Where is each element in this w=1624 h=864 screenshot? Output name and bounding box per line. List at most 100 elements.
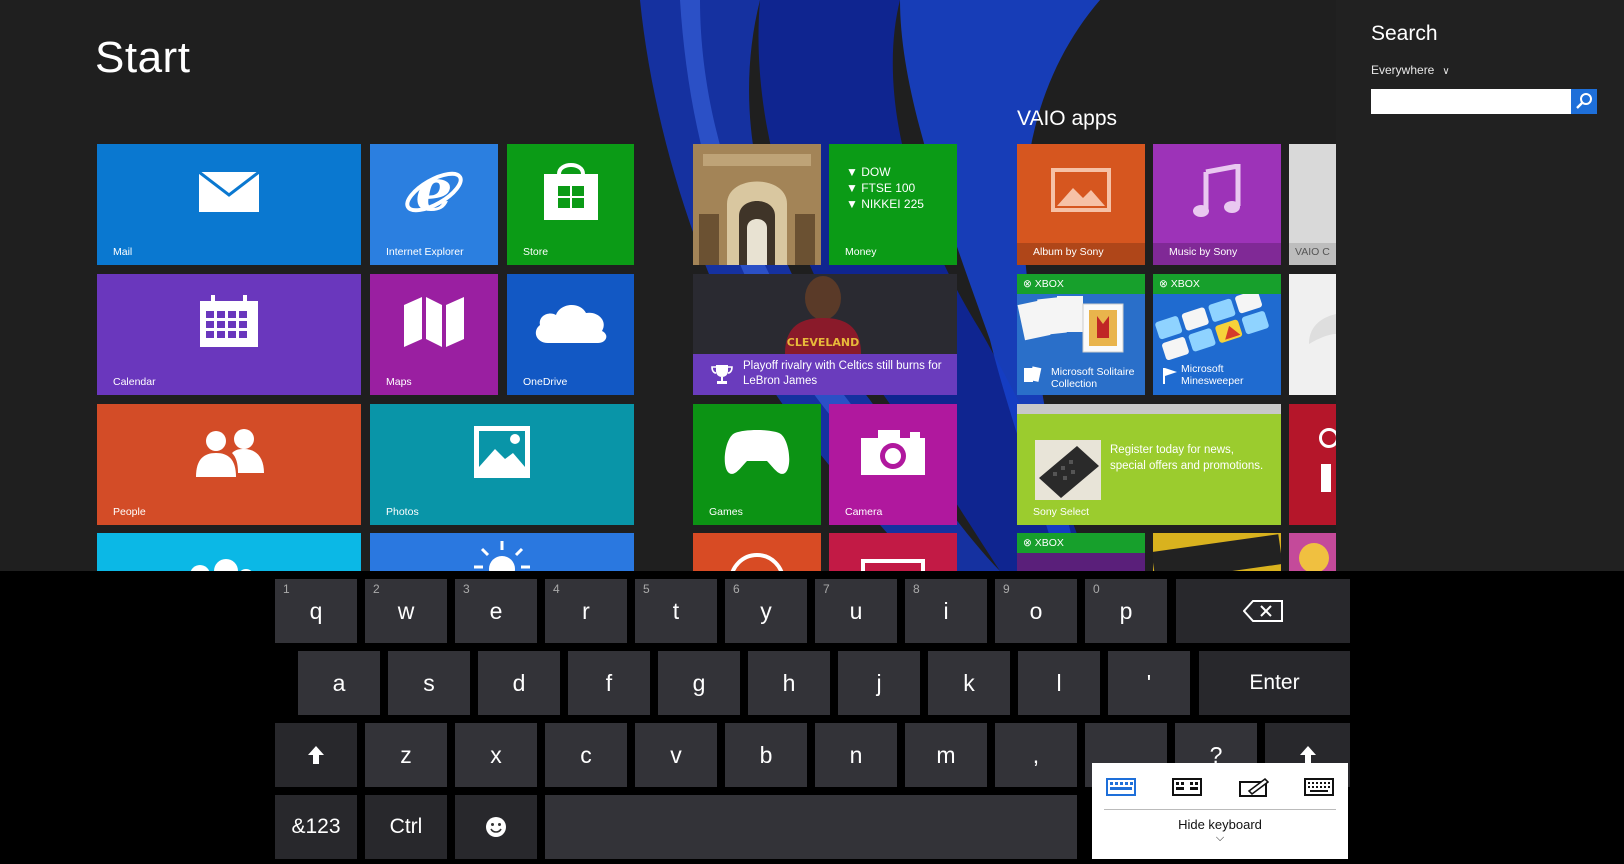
tile-label: Games (709, 506, 743, 518)
tile-album-by-sony[interactable]: Album by Sony (1017, 144, 1145, 265)
tile-internet-explorer[interactable]: e Internet Explorer (370, 144, 498, 265)
xbox-badge: ⊗ XBOX (1017, 533, 1145, 553)
tile-photo-alcazar[interactable] (693, 144, 821, 265)
key-n[interactable]: n (815, 723, 897, 787)
ctrl-key[interactable]: Ctrl (365, 795, 447, 859)
key-c[interactable]: c (545, 723, 627, 787)
enter-key[interactable]: Enter (1199, 651, 1350, 715)
tile-camera[interactable]: Camera (829, 404, 957, 525)
key-b[interactable]: b (725, 723, 807, 787)
key-number-hint: 7 (823, 582, 830, 596)
sony-select-promo: Register today for news, special offers … (1110, 444, 1264, 472)
film-strip-image (1153, 534, 1281, 571)
key-d[interactable]: d (478, 651, 560, 715)
key-comma[interactable]: , (995, 723, 1077, 787)
search-input[interactable] (1371, 89, 1597, 114)
search-button[interactable] (1571, 89, 1597, 114)
key-w[interactable]: 2w (365, 579, 447, 643)
tile-colorful-partial[interactable] (1289, 533, 1336, 571)
tile-label: People (113, 506, 146, 518)
news-headline: Playoff rivalry with Celtics still burns… (743, 360, 942, 387)
key-g[interactable]: g (658, 651, 740, 715)
tile-daily-partial[interactable] (1153, 533, 1281, 571)
key-i[interactable]: 8i (905, 579, 987, 643)
xbox-icon: ⊗ (1159, 278, 1168, 290)
key-f[interactable]: f (568, 651, 650, 715)
key-y[interactable]: 6y (725, 579, 807, 643)
tile-maps[interactable]: Maps (370, 274, 498, 395)
key-h[interactable]: h (748, 651, 830, 715)
standard-keyboard-option[interactable] (1102, 775, 1140, 799)
tile-partial-3[interactable] (829, 533, 957, 571)
tile-calendar[interactable]: Calendar (97, 274, 361, 395)
key-o[interactable]: 9o (995, 579, 1077, 643)
tile-games[interactable]: Games (693, 404, 821, 525)
tile-mail[interactable]: Mail (97, 144, 361, 265)
menu-divider (1104, 809, 1336, 810)
tile-music-by-sony[interactable]: Music by Sony (1153, 144, 1281, 265)
mail-icon (198, 171, 260, 213)
tile-partial-2[interactable] (693, 533, 821, 571)
key-apostrophe[interactable]: ' (1108, 651, 1190, 715)
key-l[interactable]: l (1018, 651, 1100, 715)
key-q[interactable]: 1q (275, 579, 357, 643)
tile-photos[interactable]: Photos (370, 404, 634, 525)
svg-text:e: e (416, 162, 453, 222)
full-keyboard-option[interactable] (1300, 775, 1338, 799)
rectangle-icon (861, 559, 925, 571)
key-z[interactable]: z (365, 723, 447, 787)
xbox-label: XBOX (1170, 278, 1200, 290)
key-t[interactable]: 5t (635, 579, 717, 643)
search-scope-dropdown[interactable]: Everywhere ∨ (1371, 63, 1450, 77)
key-number-hint: 6 (733, 582, 740, 596)
key-u[interactable]: 7u (815, 579, 897, 643)
tile-label: OneDrive (523, 376, 568, 388)
split-keyboard-option[interactable] (1168, 775, 1206, 799)
tile-people[interactable]: People (97, 404, 361, 525)
tile-grey-strip (1017, 404, 1281, 414)
space-key[interactable] (545, 795, 1077, 859)
key-p[interactable]: 0p (1085, 579, 1167, 643)
key-x[interactable]: x (455, 723, 537, 787)
key-m[interactable]: m (905, 723, 987, 787)
tile-store[interactable]: Store (507, 144, 634, 265)
key-a[interactable]: a (298, 651, 380, 715)
key-char: w (397, 597, 415, 624)
key-char: y (760, 597, 772, 624)
tile-red-partial[interactable] (1289, 404, 1336, 525)
shift-key-left[interactable] (275, 723, 357, 787)
tile-partial-1[interactable] (97, 533, 361, 571)
tile-news[interactable]: CLEVELAND Playoff rivalry with Celtics s… (693, 274, 957, 395)
tile-onedrive[interactable]: OneDrive (507, 274, 634, 395)
full-keyboard-icon (1304, 778, 1334, 796)
hide-keyboard-button[interactable]: Hide keyboard ⌵ (1092, 817, 1348, 845)
backspace-key[interactable] (1176, 579, 1350, 643)
circle-logo (1319, 428, 1336, 448)
key-v[interactable]: v (635, 723, 717, 787)
sun-icon (474, 541, 530, 571)
key-char: p (1119, 597, 1133, 624)
tile-money[interactable]: ▼ DOW ▼ FTSE 100 ▼ NIKKEI 225 Money (829, 144, 957, 265)
key-e[interactable]: 3e (455, 579, 537, 643)
key-number-hint: 4 (553, 582, 560, 596)
tile-solitaire[interactable]: ⊗ XBOX Microsoft Solitaire Collection (1017, 274, 1145, 395)
tile-sony-partial[interactable] (1289, 274, 1336, 395)
symbols-key[interactable]: &123 (275, 795, 357, 859)
tile-sony-select[interactable]: Register today for news, special offers … (1017, 404, 1281, 525)
key-r[interactable]: 4r (545, 579, 627, 643)
tile-partial-weather[interactable] (370, 533, 634, 571)
key-j[interactable]: j (838, 651, 920, 715)
handwriting-option[interactable] (1235, 775, 1273, 799)
tile-label: Microsoft Minesweeper (1181, 363, 1244, 387)
key-s[interactable]: s (388, 651, 470, 715)
key-k[interactable]: k (928, 651, 1010, 715)
tile-vaio-partial[interactable]: VAIO C (1289, 144, 1336, 265)
ticker-ftse: ▼ FTSE 100 (846, 181, 916, 195)
key-char: t (672, 597, 680, 624)
ticker-nikkei: ▼ NIKKEI 225 (846, 197, 924, 211)
tile-xbox-partial[interactable]: ⊗ XBOX (1017, 533, 1145, 571)
xbox-badge: ⊗ XBOX (1153, 274, 1281, 294)
emoji-key[interactable] (455, 795, 537, 859)
group-title-vaio-apps[interactable]: VAIO apps (1017, 107, 1117, 131)
tile-minesweeper[interactable]: ⊗ XBOX Microsoft Minesweeper (1153, 274, 1281, 395)
